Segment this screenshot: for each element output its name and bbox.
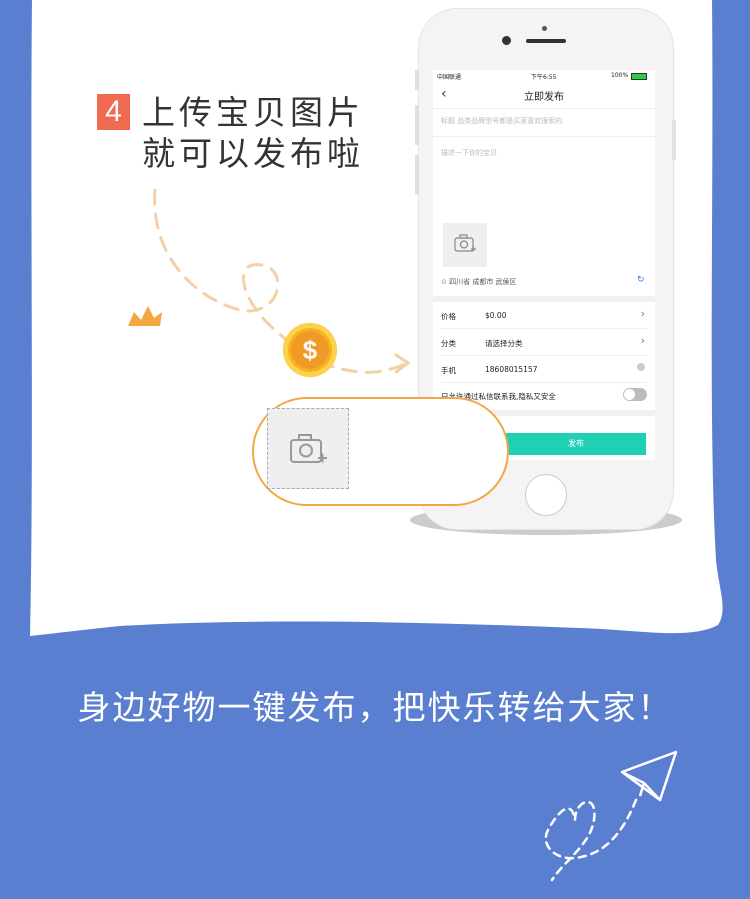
- phone-number-value: 18608015157: [485, 365, 538, 374]
- step-number-badge: 4: [97, 94, 130, 130]
- divider: [433, 136, 655, 137]
- battery-percent: 100%: [611, 72, 629, 79]
- phone-home-button[interactable]: [525, 474, 567, 516]
- paper-plane-icon: [620, 750, 678, 802]
- chevron-right-icon: ›: [640, 307, 645, 320]
- location-pin-icon: ⊙: [441, 278, 450, 286]
- status-bar: 中国联通 下午6:55 100%: [433, 70, 655, 82]
- add-photo-button[interactable]: [443, 223, 487, 267]
- phone-camera: [502, 36, 511, 45]
- status-time: 下午6:55: [531, 74, 557, 81]
- location-value: 四川省 成都市 武侯区: [449, 278, 517, 286]
- title-input[interactable]: 标题 品类品牌型号都是买家喜欢搜索的: [441, 116, 562, 126]
- price-row[interactable]: 价格 $0.00 ›: [441, 302, 647, 329]
- add-photo-button-enlarged[interactable]: [267, 408, 349, 489]
- camera-plus-icon: [290, 434, 327, 463]
- price-value: $0.00: [485, 311, 507, 320]
- category-label: 分类: [441, 339, 456, 348]
- nav-bar: ‹ 立即发布: [433, 82, 655, 109]
- price-label: 价格: [441, 312, 456, 321]
- location-text: ⊙ 四川省 成都市 武侯区: [441, 277, 517, 287]
- phone-side-button: [672, 120, 676, 160]
- camera-plus-icon: [454, 234, 476, 252]
- step-title-line2: 就可以发布啦: [142, 134, 364, 173]
- page-title: 立即发布: [524, 92, 564, 103]
- refresh-location-icon[interactable]: ↻: [637, 275, 645, 285]
- publish-button[interactable]: 发布: [506, 433, 646, 455]
- phone-side-button: [415, 155, 419, 195]
- description-input[interactable]: 描述一下你的宝贝: [441, 148, 497, 158]
- battery-icon: [631, 73, 647, 80]
- category-row[interactable]: 分类 请选择分类 ›: [441, 329, 647, 356]
- phone-speaker: [526, 39, 566, 43]
- carrier-label: 中国联通: [437, 74, 462, 81]
- private-contact-toggle[interactable]: [623, 388, 647, 401]
- phone-side-button: [415, 105, 419, 145]
- category-value: 请选择分类: [485, 339, 523, 348]
- chevron-right-icon: ›: [640, 334, 645, 347]
- phone-number-label: 手机: [441, 366, 456, 375]
- step-title-line1: 上传宝贝图片: [142, 93, 364, 132]
- phone-side-button: [415, 70, 419, 90]
- phone-number-row[interactable]: 手机 18608015157: [441, 356, 647, 383]
- clear-icon[interactable]: [637, 363, 645, 371]
- phone-sensor: [542, 26, 547, 31]
- dollar-sign: $: [291, 331, 329, 369]
- slogan-text: 身边好物一键发布，把快乐转给大家！: [77, 688, 673, 727]
- heart-trail-line: [544, 798, 638, 882]
